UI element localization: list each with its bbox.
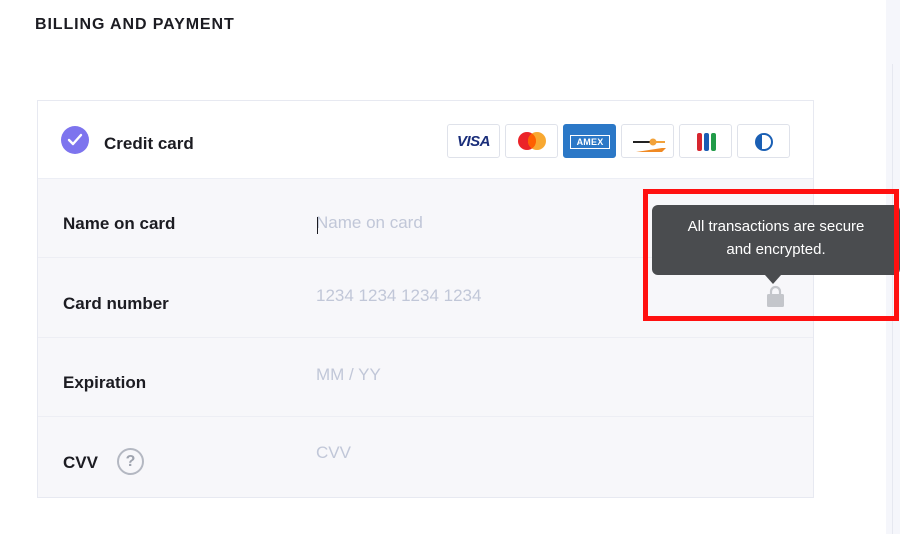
expiration-input[interactable]: [316, 359, 646, 391]
name-on-card-input[interactable]: [316, 207, 646, 239]
name-on-card-label: Name on card: [63, 214, 176, 233]
expiration-row: Expiration: [38, 338, 813, 417]
billing-payment-page: BILLING AND PAYMENT Credit card VISA AME…: [0, 0, 900, 534]
card-number-input[interactable]: [316, 280, 646, 312]
diners-logo-icon: [621, 124, 674, 158]
question-circle-icon[interactable]: ?: [117, 448, 144, 475]
diners-club-logo-icon: [737, 124, 790, 158]
expiration-label: Expiration: [63, 373, 147, 392]
jcb-logo-icon: [679, 124, 732, 158]
mastercard-logo-icon: [505, 124, 558, 158]
cvv-row: CVV ?: [38, 418, 813, 497]
payment-method-label: Credit card: [104, 134, 194, 153]
check-icon[interactable]: [61, 126, 89, 154]
text-caret: [317, 217, 318, 234]
section-title: BILLING AND PAYMENT: [35, 16, 235, 33]
cvv-input[interactable]: [316, 437, 646, 469]
cvv-label: CVV: [63, 453, 98, 472]
amex-logo-icon: AMEX: [563, 124, 616, 158]
visa-logo-icon: VISA: [447, 124, 500, 158]
card-number-label: Card number: [63, 294, 169, 313]
highlight-box: [643, 189, 899, 321]
payment-method-option[interactable]: Credit card VISA AMEX: [38, 101, 813, 179]
